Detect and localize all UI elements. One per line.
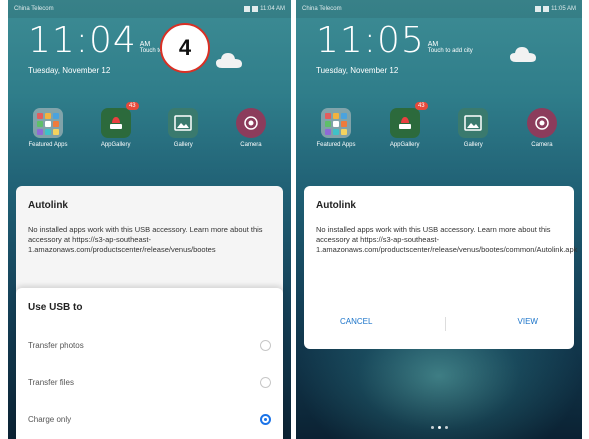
page-dot	[444, 426, 448, 429]
camera-icon	[235, 108, 266, 138]
clock-ampm: AM	[427, 41, 439, 48]
app-label: Featured Apps	[28, 142, 68, 148]
appgallery-icon: 43	[389, 102, 428, 138]
tools-folder-icon	[321, 108, 351, 138]
notification-icon	[535, 6, 542, 12]
phone-screen-right: China Telecom 11:05 AM 11:05 AM Touch to…	[296, 0, 582, 439]
option-label: Transfer files	[28, 378, 74, 387]
tools-folder-icon	[33, 108, 63, 138]
autolink-dialog: Autolink No installed apps work with thi…	[304, 186, 578, 349]
app-featured-apps[interactable]: Featured Apps	[22, 108, 74, 148]
app-label: AppGallery	[100, 142, 131, 148]
use-usb-sheet: Use USB to Transfer photos Transfer file…	[16, 288, 283, 439]
app-camera[interactable]: Camera	[225, 108, 277, 148]
status-time: 11:04 AM	[260, 6, 285, 12]
clock-time: 11:04	[28, 20, 137, 61]
notification-badge: 43	[414, 102, 428, 110]
lockscreen-clock: 11:05 AM Touch to add city	[316, 22, 473, 60]
dialog-message: No installed apps work with this USB acc…	[28, 225, 263, 254]
notification-icon	[252, 6, 259, 12]
carrier-label: China Telecom	[14, 6, 54, 12]
status-icons: 11:04 AM	[244, 6, 285, 12]
clock-time: 11:05	[316, 20, 425, 61]
app-row: Featured Apps 43 AppGallery Gallery Came…	[310, 102, 568, 148]
carrier-label: China Telecom	[302, 6, 342, 12]
page-dot	[437, 426, 441, 429]
dialog-title: Autolink	[316, 200, 356, 211]
cancel-button[interactable]: CANCEL	[340, 317, 372, 331]
radio-button-checked[interactable]	[260, 414, 271, 425]
status-icons: 11:05 AM	[535, 6, 576, 12]
radio-button[interactable]	[260, 340, 271, 351]
usb-sheet-title: Use USB to	[28, 302, 83, 313]
notification-icon	[543, 6, 550, 12]
gallery-icon	[168, 108, 199, 138]
dialog-actions: CANCEL VIEW	[304, 317, 574, 331]
option-label: Charge only	[28, 415, 72, 424]
app-label: AppGallery	[389, 142, 420, 148]
camera-icon	[526, 108, 557, 138]
usb-option-charge-only[interactable]: Charge only	[28, 401, 271, 438]
notification-icon	[244, 6, 251, 12]
dialog-message: No installed apps work with this USB acc…	[316, 225, 578, 254]
app-featured-apps[interactable]: Featured Apps	[310, 108, 362, 148]
status-bar: China Telecom 11:05 AM	[296, 0, 582, 18]
option-label: Transfer photos	[28, 341, 84, 350]
page-indicator	[296, 426, 582, 429]
app-appgallery[interactable]: 43 AppGallery	[90, 102, 142, 148]
app-camera[interactable]: Camera	[516, 108, 568, 148]
page-dot	[430, 426, 434, 429]
weather-cloud-icon[interactable]	[214, 50, 244, 70]
app-label: Featured Apps	[316, 142, 356, 148]
dialog-title: Autolink	[28, 200, 68, 211]
action-divider	[444, 317, 446, 331]
status-time: 11:05 AM	[551, 6, 576, 12]
app-gallery[interactable]: Gallery	[447, 108, 499, 148]
app-label: Gallery	[463, 142, 483, 148]
app-label: Gallery	[173, 142, 193, 148]
usb-option-transfer-photos[interactable]: Transfer photos	[28, 327, 271, 364]
app-label: Camera	[240, 142, 262, 148]
touch-to-add-city[interactable]: Touch to add city	[428, 48, 473, 54]
step-number-badge: 4	[160, 23, 210, 73]
app-row: Featured Apps 43 AppGallery Gallery Came…	[22, 102, 277, 148]
appgallery-icon: 43	[100, 102, 139, 138]
phone-screen-left: China Telecom 11:04 AM 11:04 AM Touch to…	[8, 0, 291, 439]
weather-cloud-icon[interactable]	[508, 44, 538, 64]
app-appgallery[interactable]: 43 AppGallery	[379, 102, 431, 148]
status-bar: China Telecom 11:04 AM	[8, 0, 291, 18]
usb-option-transfer-files[interactable]: Transfer files	[28, 364, 271, 401]
app-label: Camera	[531, 142, 553, 148]
app-gallery[interactable]: Gallery	[157, 108, 209, 148]
lockscreen-clock: 11:04 AM Touch to	[28, 22, 162, 60]
gallery-icon	[458, 108, 489, 138]
radio-button[interactable]	[260, 377, 271, 388]
view-button[interactable]: VIEW	[518, 317, 538, 331]
lockscreen-date: Tuesday, November 12	[28, 66, 111, 75]
notification-badge: 43	[125, 102, 139, 110]
lockscreen-date: Tuesday, November 12	[316, 66, 399, 75]
